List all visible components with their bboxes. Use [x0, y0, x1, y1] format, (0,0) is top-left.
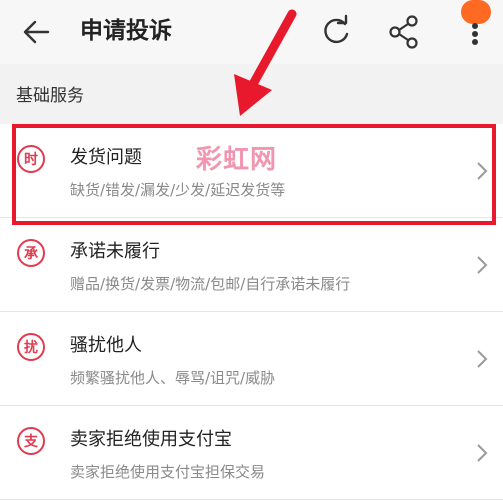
refresh-button[interactable] — [316, 12, 356, 52]
section-label: 基础服务 — [16, 86, 84, 106]
share-button[interactable] — [384, 12, 424, 52]
item-title: 骚扰他人 — [70, 335, 142, 356]
page-title: 申请投诉 — [80, 18, 172, 44]
category-icon: 时 — [17, 145, 45, 173]
arrow-left-icon — [23, 20, 50, 44]
chevron-right-icon — [477, 256, 488, 274]
item-subtitle: 卖家拒绝使用支付宝担保交易 — [70, 463, 266, 481]
item-title: 承诺未履行 — [70, 241, 160, 262]
complaint-list: 时 发货问题 缺货/错发/漏发/少发/延迟发货等 承 承诺未履行 赠品/换货/发… — [0, 124, 503, 500]
chevron-right-icon — [477, 162, 488, 180]
list-item-alipay[interactable]: 支 卖家拒绝使用支付宝 卖家拒绝使用支付宝担保交易 — [0, 406, 503, 500]
list-item-promise[interactable]: 承 承诺未履行 赠品/换货/发票/物流/包邮/自行承诺未履行 — [0, 218, 503, 312]
item-subtitle: 赠品/换货/发票/物流/包邮/自行承诺未履行 — [70, 275, 351, 293]
more-button[interactable] — [452, 0, 498, 52]
item-title: 发货问题 — [70, 147, 142, 168]
list-item-harassment[interactable]: 扰 骚扰他人 频繁骚扰他人、辱骂/诅咒/威胁 — [0, 312, 503, 406]
category-icon: 扰 — [17, 333, 45, 361]
refresh-icon — [324, 14, 349, 44]
top-bar: 申请投诉 — [0, 0, 503, 64]
chevron-right-icon — [477, 350, 488, 368]
list-item-shipping[interactable]: 时 发货问题 缺货/错发/漏发/少发/延迟发货等 — [0, 124, 503, 218]
item-subtitle: 频繁骚扰他人、辱骂/诅咒/威胁 — [70, 369, 276, 387]
back-button[interactable] — [18, 14, 58, 50]
chevron-right-icon — [477, 444, 488, 462]
category-icon: 支 — [17, 427, 45, 455]
item-title: 卖家拒绝使用支付宝 — [70, 429, 232, 450]
item-subtitle: 缺货/错发/漏发/少发/延迟发货等 — [70, 181, 286, 199]
share-icon — [389, 15, 418, 49]
category-icon: 承 — [17, 239, 45, 267]
more-vertical-icon — [472, 23, 478, 45]
